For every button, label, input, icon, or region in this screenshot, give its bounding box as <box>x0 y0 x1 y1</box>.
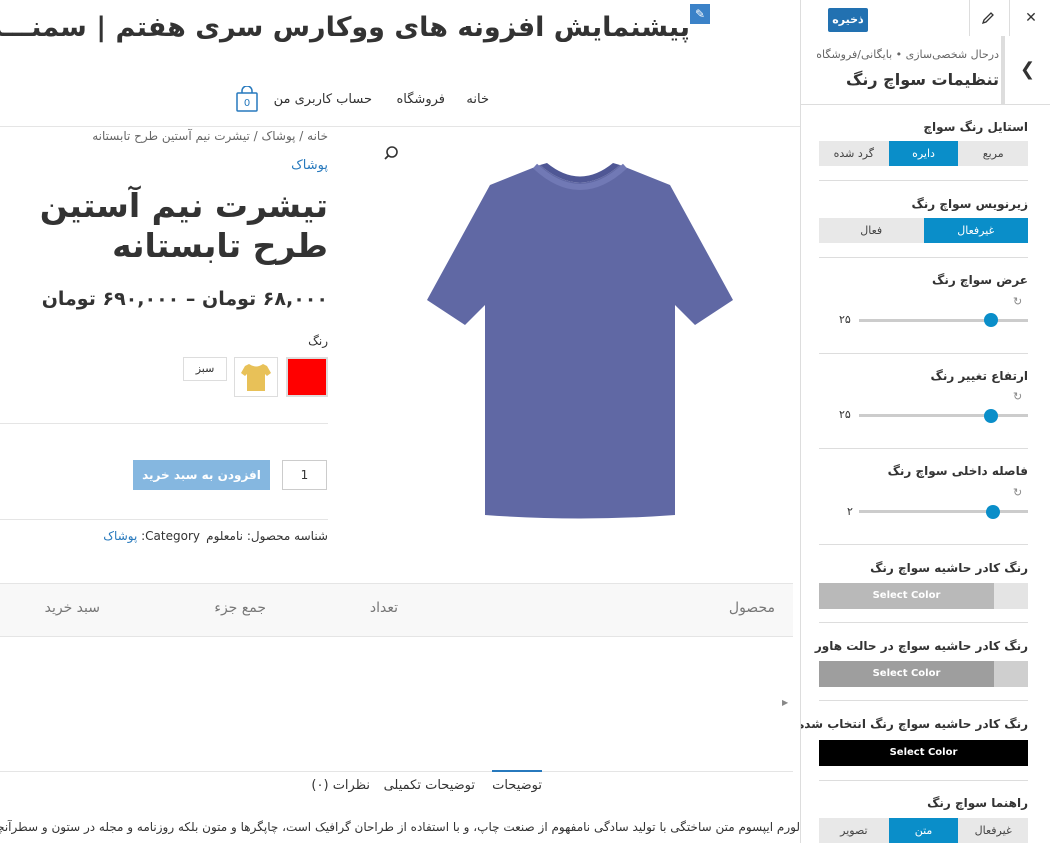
border-color-picker[interactable]: Select Color <box>819 583 1028 609</box>
product-title: تیشرت نیم آستین طرح تابستانه <box>39 186 328 265</box>
edit-shortcut-icon[interactable]: ✎ <box>690 4 710 24</box>
swatch-subtitle-control: فعال غیرفعال <box>819 218 1028 243</box>
swatch-height-track[interactable] <box>859 414 1028 417</box>
zoom-search-icon[interactable] <box>383 145 401 163</box>
guide-image[interactable]: تصویر <box>819 818 889 843</box>
nav-shop[interactable]: فروشگاه <box>396 92 445 107</box>
cart-table-header: محصول تعداد جمع جزء سبد خرید <box>0 583 793 637</box>
site-preview: پیشنمایش افزونه های ووکارس سری هفتم | سم… <box>0 0 800 843</box>
close-icon[interactable]: ✕ <box>1009 0 1050 36</box>
divider <box>819 780 1028 781</box>
tab-description[interactable]: توضیحات <box>492 770 542 793</box>
tab-reviews[interactable]: نظرات (۰) <box>311 778 370 793</box>
reset-icon[interactable]: ↻ <box>1013 295 1022 308</box>
hover-color-button[interactable]: Select Color <box>819 661 994 687</box>
subtitle-enabled[interactable]: فعال <box>819 218 924 243</box>
variation-divider <box>0 423 328 424</box>
border-color-preview[interactable] <box>994 583 1028 609</box>
hover-color-preview[interactable] <box>994 661 1028 687</box>
category-meta-label: Category: <box>141 529 200 543</box>
hover-color-picker[interactable]: Select Color <box>819 661 1028 687</box>
category-link[interactable]: پوشاک <box>291 158 328 173</box>
divider <box>819 353 1028 354</box>
header-divider <box>0 126 800 127</box>
subtitle-disabled[interactable]: غیرفعال <box>923 218 1028 243</box>
swatch-width-value: ۲۵ <box>839 313 851 326</box>
divider <box>819 544 1028 545</box>
swatch-padding-value: ۲ <box>847 505 853 518</box>
guide-text[interactable]: متن <box>888 818 959 843</box>
scroll-right-icon[interactable]: ▶ <box>782 698 788 707</box>
swatch-height-value: ۲۵ <box>839 408 851 421</box>
divider <box>819 622 1028 623</box>
swatch-style-label: استایل رنگ سواچ <box>923 120 1028 134</box>
reset-icon[interactable]: ↻ <box>1013 486 1022 499</box>
th-subtotal: جمع جزء <box>214 600 266 616</box>
th-cart: سبد خرید <box>44 600 100 616</box>
swatch-guide-control: تصویر متن غیرفعال <box>819 818 1028 843</box>
swatch-style-control: گرد شده دایره مربع <box>819 141 1028 166</box>
cart-icon[interactable]: 0 <box>235 85 259 112</box>
product-category-meta: Category: پوشاک <box>103 529 200 543</box>
guide-disabled[interactable]: غیرفعال <box>958 818 1028 843</box>
sku-value: نامعلوم <box>206 529 243 543</box>
selected-color-button[interactable]: Select Color <box>819 740 1028 766</box>
cart-divider <box>0 519 328 520</box>
swatch-width-label: عرض سواچ رنگ <box>932 273 1028 287</box>
divider <box>819 448 1028 449</box>
selected-color-label: رنگ کادر حاشیه سواچ رنگ انتخاب شده <box>800 717 1028 731</box>
nav-account[interactable]: حساب کاربری من <box>274 92 372 107</box>
border-color-label: رنگ کادر حاشیه سواچ رنگ <box>870 561 1028 575</box>
border-color-button[interactable]: Select Color <box>819 583 994 609</box>
hover-color-label: رنگ کادر حاشیه سواچ در حالت هاور <box>814 639 1028 653</box>
swatch-image-yellow-shirt[interactable] <box>234 357 278 397</box>
swatch-padding-track[interactable] <box>859 510 1028 513</box>
product-sku: شناسه محصول: نامعلوم <box>206 529 328 543</box>
swatch-padding-label: فاصله داخلی سواچ رنگ <box>887 464 1028 478</box>
th-quantity: تعداد <box>369 600 398 616</box>
customizer-panel: ذخیره ✕ ❮ درحال شخصی‌سازی • بایگانی/فروش… <box>800 0 1050 843</box>
swatch-height-thumb[interactable] <box>983 409 998 423</box>
th-product: محصول <box>728 600 775 616</box>
reset-icon[interactable]: ↻ <box>1013 390 1022 403</box>
breadcrumb[interactable]: خانه / پوشاک / تیشرت نیم آستین طرح تابست… <box>92 129 328 143</box>
color-attribute-label: رنگ <box>308 334 328 348</box>
edit-icon[interactable] <box>969 0 1006 36</box>
tab-additional-info[interactable]: توضیحات تکمیلی <box>384 778 475 793</box>
tabs-divider <box>0 771 793 772</box>
quantity-input[interactable]: 1 <box>282 460 327 490</box>
swatch-red[interactable] <box>286 357 328 397</box>
section-breadcrumb: درحال شخصی‌سازی • بایگانی/فروشگاه <box>816 48 999 61</box>
style-rounded[interactable]: گرد شده <box>819 141 889 166</box>
site-title[interactable]: پیشنمایش افزونه های ووکارس سری هفتم | سم… <box>0 12 690 43</box>
customizer-top-bar: ذخیره ✕ <box>801 0 1050 37</box>
category-meta-link[interactable]: پوشاک <box>103 529 137 543</box>
divider <box>819 257 1028 258</box>
nav-home[interactable]: خانه <box>466 92 489 107</box>
product-price: ۶۸,۰۰۰ تومان – ۶۹۰,۰۰۰ تومان <box>41 288 328 310</box>
divider <box>819 700 1028 701</box>
divider <box>819 180 1028 181</box>
style-circle[interactable]: دایره <box>888 141 959 166</box>
section-header: ❮ درحال شخصی‌سازی • بایگانی/فروشگاه تنظی… <box>801 36 1050 105</box>
swatch-width-thumb[interactable] <box>983 313 998 327</box>
add-to-cart-button[interactable]: افزودن به سبد خرید <box>133 460 270 490</box>
swatch-width-track[interactable] <box>859 319 1028 322</box>
save-button[interactable]: ذخیره <box>828 8 868 32</box>
back-chevron-icon[interactable]: ❮ <box>1001 36 1050 104</box>
product-description: لورم ایپسوم متن ساختگی با تولید سادگی نا… <box>0 820 800 834</box>
section-title: تنظیمات سواچ رنگ <box>846 70 999 89</box>
cart-count: 0 <box>244 98 250 109</box>
swatch-guide-label: راهنما سواچ رنگ <box>927 796 1028 810</box>
style-square[interactable]: مربع <box>958 141 1028 166</box>
swatch-height-label: ارتفاع تغییر رنگ <box>930 369 1028 383</box>
swatch-text-green[interactable]: سبز <box>183 357 227 381</box>
swatch-padding-thumb[interactable] <box>985 505 1000 519</box>
product-image[interactable] <box>425 160 735 520</box>
swatch-subtitle-label: زیرنویس سواچ رنگ <box>911 197 1028 211</box>
sku-label: شناسه محصول: <box>246 529 328 543</box>
selected-color-picker[interactable]: Select Color <box>819 740 1028 766</box>
